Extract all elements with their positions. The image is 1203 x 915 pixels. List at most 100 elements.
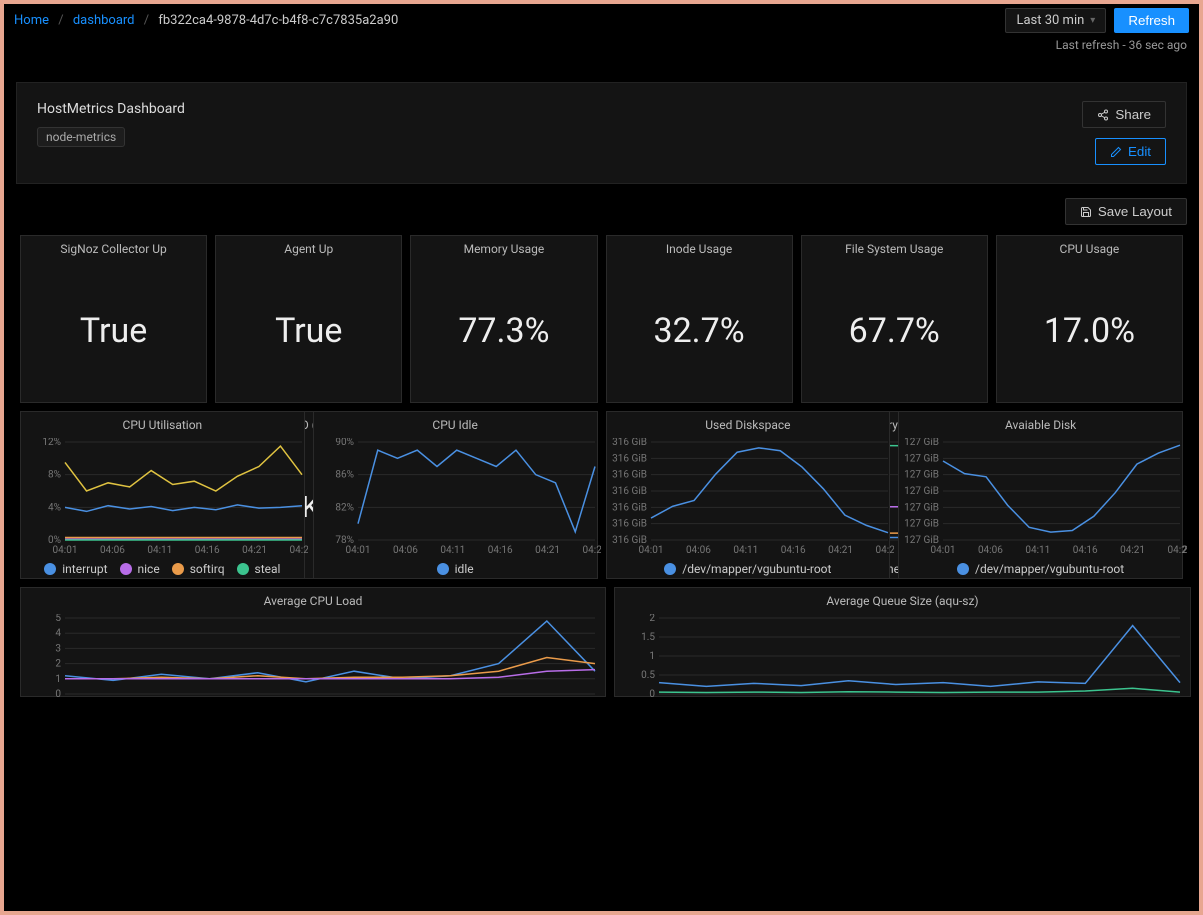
breadcrumb-id: fb322ca4-9878-4d7c-b4f8-c7c7835a2a90 [158,13,398,28]
svg-text:0: 0 [649,689,655,698]
legend-item[interactable]: interrupt [44,562,107,576]
svg-text:04:11: 04:11 [1026,545,1051,556]
svg-text:5: 5 [55,614,61,624]
svg-text:3: 3 [55,643,61,654]
svg-text:04:11: 04:11 [733,545,758,556]
breadcrumb-home[interactable]: Home [14,13,49,28]
stat-value: True [21,260,206,402]
svg-text:04:06: 04:06 [685,545,710,556]
dashboard-header: HostMetrics Dashboard node-metrics Share… [16,82,1187,184]
legend-item[interactable]: nice [120,562,160,576]
legend-swatch [957,563,969,575]
svg-text:316 GiB: 316 GiB [612,486,647,497]
panel-used-diskspace[interactable]: Used Diskspace 316 GiB 316 GiB 316 GiB 316 … [606,411,891,579]
panel-title: Average Queue Size (aqu-sz) [615,588,1190,612]
legend: idle [314,558,597,582]
legend-label: nice [138,562,160,576]
panel-title: CPU Usage [997,236,1182,260]
svg-text:2: 2 [55,659,61,670]
svg-text:127 GiB: 127 GiB [904,438,939,448]
svg-text:04:06: 04:06 [978,545,1003,556]
svg-text:127 GiB: 127 GiB [904,519,939,530]
legend-swatch [120,563,132,575]
panel-avg-queue[interactable]: Average Queue Size (aqu-sz) 0 0.5 1 1.5 2 [614,587,1191,697]
legend-swatch [44,563,56,575]
svg-text:1: 1 [649,651,655,662]
panel-cpu-idle[interactable]: CPU Idle 78%82%86%90%04:0104:0604:1104:1… [313,411,598,579]
chevron-down-icon: ▾ [1090,15,1095,26]
panel-title: CPU Idle [314,412,597,436]
panel-available-disk[interactable]: Avaiable Disk 127 GiB127 GiB127 GiB127 G… [898,411,1183,579]
breadcrumb-dashboard[interactable]: dashboard [73,13,135,28]
panel-title: File System Usage [802,236,987,260]
legend-label: idle [455,562,474,576]
refresh-button[interactable]: Refresh [1114,8,1189,33]
panel-cpu-utilisation[interactable]: CPU Utilisation 0%4%8%12%04:0104:0604:11… [20,411,305,579]
edit-button[interactable]: Edit [1095,138,1166,165]
svg-text:04:26: 04:26 [582,545,600,556]
topbar-right: Last 30 min ▾ Refresh [1005,8,1189,33]
panel-cpu-usage[interactable]: CPU Usage 17.0% [996,235,1183,403]
svg-text:127 GiB: 127 GiB [904,486,939,497]
legend-label: softirq [190,562,225,576]
svg-text:04:16: 04:16 [1073,545,1098,556]
panel-title: Memory Usage [411,236,596,260]
svg-text:04:21: 04:21 [242,545,267,556]
legend-label: /dev/mapper/vgubuntu-root [682,562,831,576]
panel-memory-usage[interactable]: Memory Usage 77.3% [410,235,597,403]
svg-text:0.5: 0.5 [641,670,655,681]
svg-text:04:01: 04:01 [53,545,78,556]
legend: /dev/mapper/vgubuntu-root [899,558,1182,582]
save-icon [1080,206,1092,218]
legend-swatch [172,563,184,575]
stat-value: 32.7% [607,260,792,402]
svg-text:86%: 86% [335,470,354,481]
chart-avg-cpu-load: 012345 [21,612,605,700]
panel-title: CPU Utilisation [21,412,304,436]
panel-avg-cpu-load[interactable]: Average CPU Load 012345 [20,587,606,697]
panel-collector-up[interactable]: SigNoz Collector Up True [20,235,207,403]
stat-value: 77.3% [411,260,596,402]
svg-text:04:21: 04:21 [535,545,560,556]
svg-text:127 GiB: 127 GiB [904,453,939,464]
svg-text:316 GiB: 316 GiB [612,453,647,464]
share-button[interactable]: Share [1082,101,1166,128]
svg-text:04:16: 04:16 [780,545,805,556]
legend-label: /dev/mapper/vgubuntu-root [975,562,1124,576]
panel-agent-up[interactable]: Agent Up True [215,235,402,403]
panel-title: Agent Up [216,236,401,260]
svg-text:04:01: 04:01 [931,545,956,556]
svg-text:316 GiB: 316 GiB [612,438,647,448]
panel-title: Used Diskspace [607,412,890,436]
svg-text:1.5: 1.5 [641,632,655,643]
save-layout-button[interactable]: Save Layout [1065,198,1187,225]
chart-avail-disk: 127 GiB127 GiB127 GiB127 GiB127 GiB127 G… [899,436,1182,558]
panel-title: SigNoz Collector Up [21,236,206,260]
svg-text:316 GiB: 316 GiB [612,470,647,481]
legend-item[interactable]: /dev/mapper/vgubuntu-root [957,562,1124,576]
svg-text:2: 2 [649,614,655,624]
legend-item[interactable]: softirq [172,562,225,576]
edit-label: Edit [1128,144,1151,159]
edit-icon [1110,146,1122,158]
svg-text:8%: 8% [48,470,61,481]
refresh-info: Last refresh - 36 sec ago [4,36,1199,52]
dashboard-tag[interactable]: node-metrics [37,127,125,147]
panel-title: Inode Usage [607,236,792,260]
chart-avg-queue: 0 0.5 1 1.5 2 [615,612,1190,700]
breadcrumb: Home / dashboard / fb322ca4-9878-4d7c-b4… [14,13,398,28]
time-range-picker[interactable]: Last 30 min ▾ [1005,8,1106,33]
svg-text:04:26: 04:26 [875,545,893,556]
svg-text:04:11: 04:11 [440,545,465,556]
svg-text:04:21: 04:21 [1120,545,1145,556]
legend-item[interactable]: /dev/mapper/vgubuntu-root [664,562,831,576]
legend-swatch [437,563,449,575]
svg-text:82%: 82% [335,502,354,513]
legend-item[interactable]: idle [437,562,474,576]
panel-fs-usage[interactable]: File System Usage 67.7% [801,235,988,403]
legend-item[interactable]: steal [237,562,281,576]
topbar: Home / dashboard / fb322ca4-9878-4d7c-b4… [4,4,1199,36]
stat-value: 67.7% [802,260,987,402]
panel-inode-usage[interactable]: Inode Usage 32.7% [606,235,793,403]
dashboard-title: HostMetrics Dashboard [37,101,185,117]
